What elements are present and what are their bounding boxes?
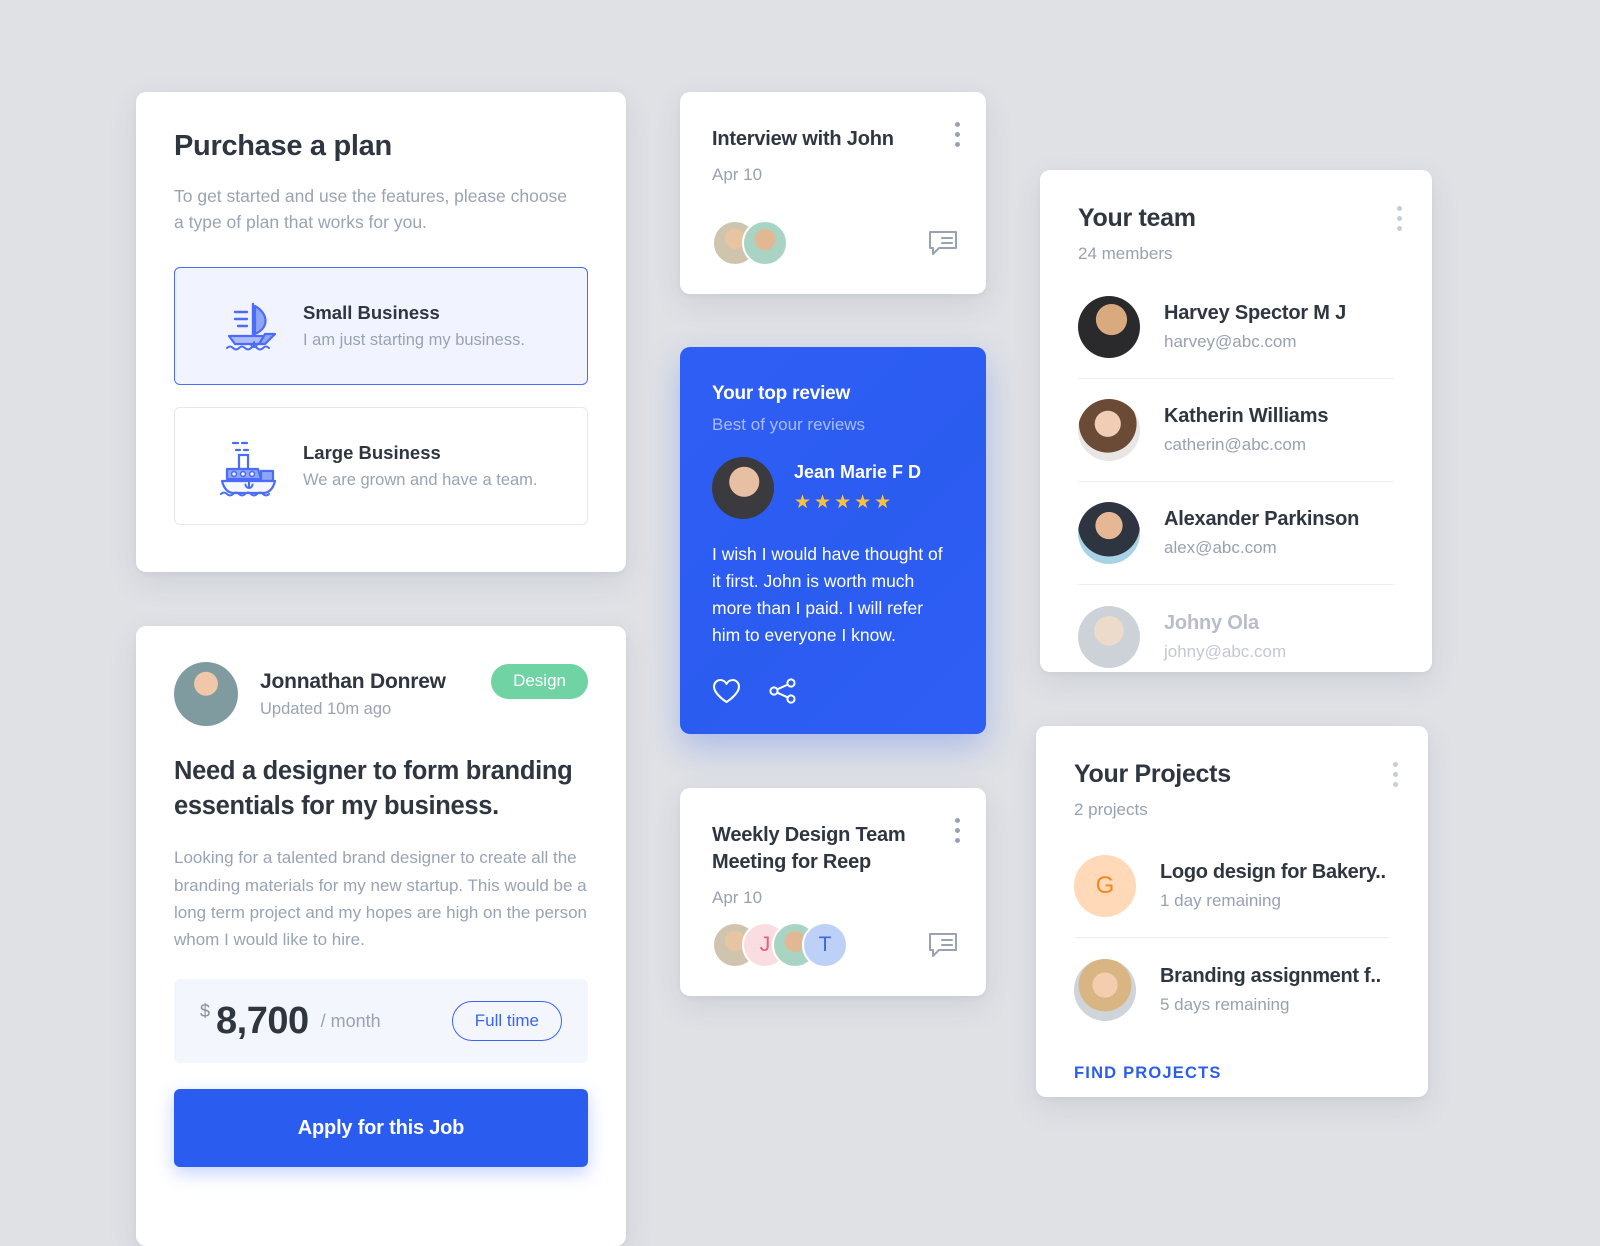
plan-option-name: Small Business xyxy=(303,302,440,323)
avatar xyxy=(1074,959,1136,1021)
weekly-meeting-card: Weekly Design Team Meeting for Reep Apr … xyxy=(680,788,986,996)
avatar xyxy=(1078,502,1140,564)
member-email: catherin@abc.com xyxy=(1164,435,1306,454)
job-updated-time: Updated 10m ago xyxy=(260,699,392,718)
plan-option-large-business[interactable]: Large Business We are grown and have a t… xyxy=(174,407,588,525)
member-email: johny@abc.com xyxy=(1164,641,1287,661)
projects-title: Your Projects xyxy=(1074,760,1231,788)
meeting-title: Interview with John xyxy=(712,128,894,150)
list-item[interactable]: Alexander Parkinson alex@abc.com xyxy=(1078,482,1394,585)
comment-icon[interactable] xyxy=(928,932,958,959)
member-name: Alexander Parkinson xyxy=(1164,508,1360,530)
steamboat-icon xyxy=(203,435,295,497)
avatar xyxy=(742,220,788,266)
member-name: Johny Ola xyxy=(1164,611,1259,634)
find-projects-link[interactable]: FIND PROJECTS xyxy=(1074,1064,1390,1083)
avatar-initial: T xyxy=(802,922,848,968)
job-title: Need a designer to form branding essenti… xyxy=(174,757,573,821)
more-vertical-icon[interactable] xyxy=(1392,762,1398,787)
list-item[interactable]: Johny Ola johny@abc.com xyxy=(1078,585,1394,688)
projects-count: 2 projects xyxy=(1074,800,1148,819)
your-team-card: Your team 24 members Harvey Spector M J … xyxy=(1040,170,1432,672)
attendee-avatars xyxy=(712,220,788,266)
avatar xyxy=(1078,605,1140,668)
member-name: Katherin Williams xyxy=(1164,405,1329,427)
avatar xyxy=(712,457,774,519)
sailboat-icon xyxy=(203,298,295,354)
plan-option-name: Large Business xyxy=(303,442,441,463)
review-title: Your top review xyxy=(712,383,851,404)
plan-option-small-business[interactable]: Small Business I am just starting my bus… xyxy=(174,267,588,385)
salary-box: $ 8,700 / month Full time xyxy=(174,979,588,1064)
status-badge: Design xyxy=(491,664,588,699)
plan-option-desc: We are grown and have a team. xyxy=(303,471,538,489)
list-item[interactable]: G Logo design for Bakery.. 1 day remaini… xyxy=(1074,834,1390,938)
list-item[interactable]: Harvey Spector M J harvey@abc.com xyxy=(1078,276,1394,379)
list-item[interactable]: Katherin Williams catherin@abc.com xyxy=(1078,379,1394,482)
project-avatar-initial: G xyxy=(1074,854,1136,917)
more-vertical-icon[interactable] xyxy=(954,122,960,147)
project-deadline: 1 day remaining xyxy=(1160,890,1281,910)
rating-stars: ★★★★★ xyxy=(794,492,895,513)
job-description: Looking for a talented brand designer to… xyxy=(174,848,587,949)
avatar xyxy=(174,662,238,726)
interview-meeting-card: Interview with John Apr 10 xyxy=(680,92,986,294)
review-subtitle: Best of your reviews xyxy=(712,415,866,434)
plan-option-desc: I am just starting my business. xyxy=(303,331,525,349)
project-list: G Logo design for Bakery.. 1 day remaini… xyxy=(1074,834,1390,1042)
member-name: Harvey Spector M J xyxy=(1164,302,1347,324)
team-title: Your team xyxy=(1078,204,1196,232)
member-email: harvey@abc.com xyxy=(1164,332,1297,351)
member-email: alex@abc.com xyxy=(1164,538,1277,557)
apply-button[interactable]: Apply for this Job xyxy=(174,1089,588,1168)
purchase-plan-card: Purchase a plan To get started and use t… xyxy=(136,92,626,572)
plan-subtitle: To get started and use the features, ple… xyxy=(174,186,568,233)
avatar xyxy=(1078,296,1140,358)
attendee-avatars: J T xyxy=(712,922,848,968)
comment-icon[interactable] xyxy=(928,230,958,257)
more-vertical-icon[interactable] xyxy=(1396,206,1402,231)
job-posting-card: Jonnathan Donrew Updated 10m ago Design … xyxy=(136,626,626,1246)
your-projects-card: Your Projects 2 projects G Logo design f… xyxy=(1036,726,1428,1097)
salary-period: / month xyxy=(320,1010,381,1031)
share-icon[interactable] xyxy=(769,678,798,704)
heart-icon[interactable] xyxy=(712,678,741,704)
project-name: Logo design for Bakery.. xyxy=(1160,860,1386,883)
reviewer-name: Jean Marie F D xyxy=(794,462,922,482)
team-member-count: 24 members xyxy=(1078,244,1173,263)
salary-amount: 8,700 xyxy=(216,999,309,1042)
meeting-title: Weekly Design Team Meeting for Reep xyxy=(712,824,906,873)
job-poster-row: Jonnathan Donrew Updated 10m ago Design xyxy=(174,662,588,726)
job-type-pill[interactable]: Full time xyxy=(451,1001,562,1042)
team-member-list: Harvey Spector M J harvey@abc.com Kather… xyxy=(1078,276,1394,688)
project-name: Branding assignment f.. xyxy=(1160,965,1381,987)
list-item[interactable]: Branding assignment f.. 5 days remaining xyxy=(1074,938,1390,1042)
meeting-date: Apr 10 xyxy=(712,888,763,907)
page-title: Purchase a plan xyxy=(174,130,392,162)
top-review-card: Your top review Best of your reviews Jea… xyxy=(680,347,986,734)
avatar xyxy=(1078,399,1140,461)
project-deadline: 5 days remaining xyxy=(1160,995,1290,1014)
review-text: I wish I would have thought of it first.… xyxy=(712,544,943,646)
more-vertical-icon[interactable] xyxy=(954,818,960,843)
job-poster-name: Jonnathan Donrew xyxy=(260,669,446,693)
currency-symbol: $ xyxy=(200,1001,211,1022)
meeting-date: Apr 10 xyxy=(712,165,763,184)
